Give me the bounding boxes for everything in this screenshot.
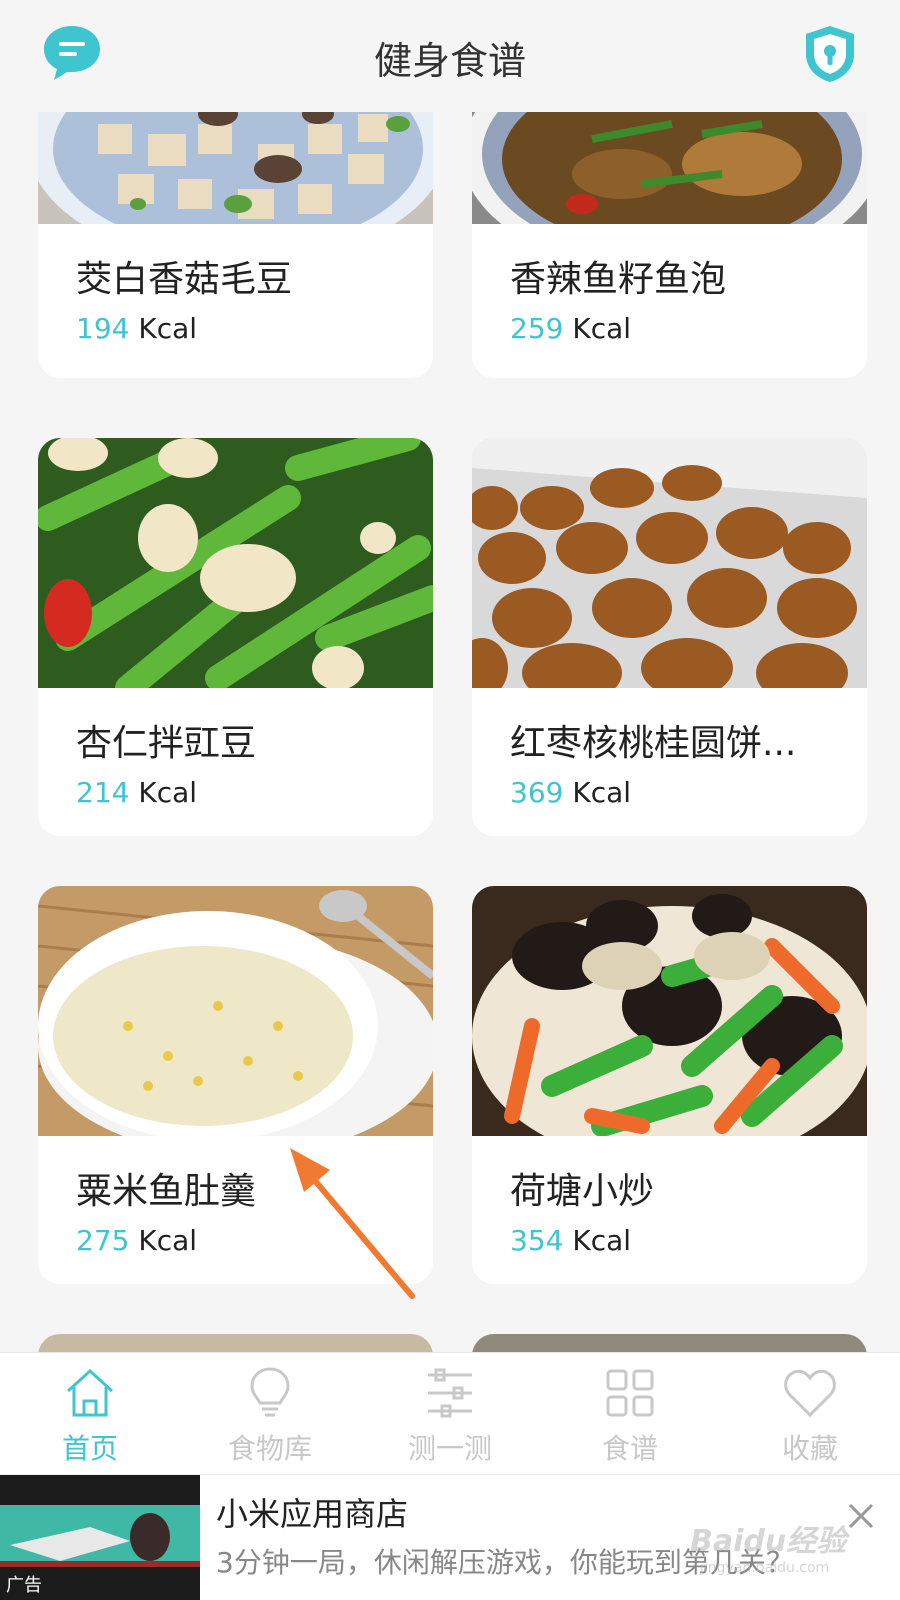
home-icon <box>66 1368 114 1417</box>
tab-recipes[interactable]: 食谱 <box>540 1353 720 1475</box>
lightbulb-icon <box>250 1367 290 1417</box>
calorie-value: 214 <box>76 776 130 809</box>
watermark-url: jingyan.baidu.com <box>700 1560 830 1576</box>
tab-test[interactable]: 测一测 <box>360 1353 540 1475</box>
recipe-name: 香辣鱼籽鱼泡 <box>510 259 727 300</box>
recipe-photo <box>472 886 867 1136</box>
recipe-photo <box>472 438 867 688</box>
calorie-unit: Kcal <box>138 1224 198 1257</box>
calorie-value: 275 <box>76 1224 130 1257</box>
bottom-tab-bar: 首页 食物库 测一测 食谱 收藏 <box>0 1352 900 1474</box>
recipe-calories: 194 Kcal <box>76 312 197 345</box>
ad-title: 小米应用商店 <box>216 1495 409 1533</box>
tab-food-library[interactable]: 食物库 <box>180 1353 360 1475</box>
ad-thumbnail: 广告 <box>0 1475 200 1600</box>
tab-label: 首页 <box>61 1432 118 1465</box>
recipe-photo <box>472 112 867 224</box>
recipe-photo <box>38 886 433 1136</box>
calorie-unit: Kcal <box>138 312 198 345</box>
recipe-card[interactable] <box>38 1334 433 1352</box>
tab-label: 食物库 <box>227 1432 312 1465</box>
calorie-value: 354 <box>510 1224 564 1257</box>
grid-icon <box>606 1369 654 1417</box>
recipe-card[interactable]: 杏仁拌豇豆 214 Kcal <box>38 438 433 836</box>
recipe-name: 茭白香菇毛豆 <box>76 259 293 300</box>
recipe-card[interactable]: 粟米鱼肚羹 275 Kcal <box>38 886 433 1284</box>
calorie-unit: Kcal <box>572 1224 632 1257</box>
calorie-unit: Kcal <box>138 776 198 809</box>
recipe-card[interactable]: 红枣核桃桂圆饼... 369 Kcal <box>472 438 867 836</box>
tab-label: 测一测 <box>407 1432 492 1465</box>
shield-lock-icon[interactable] <box>802 24 858 84</box>
calorie-unit: Kcal <box>572 312 632 345</box>
recipe-name: 荷塘小炒 <box>510 1171 655 1212</box>
recipe-name: 杏仁拌豇豆 <box>76 723 257 764</box>
calorie-unit: Kcal <box>572 776 632 809</box>
recipe-photo <box>38 438 433 688</box>
close-icon[interactable] <box>846 1501 876 1531</box>
recipe-card[interactable] <box>472 1334 867 1352</box>
heart-icon <box>784 1369 836 1418</box>
sliders-icon <box>428 1368 472 1418</box>
calorie-value: 259 <box>510 312 564 345</box>
calorie-value: 369 <box>510 776 564 809</box>
ad-label: 广告 <box>6 1575 42 1596</box>
recipe-calories: 275 Kcal <box>76 1224 197 1257</box>
page-title: 健身食谱 <box>373 39 526 83</box>
app-header: 健身食谱 <box>0 0 900 112</box>
recipe-card[interactable]: 香辣鱼籽鱼泡 259 Kcal <box>472 112 867 378</box>
recipe-photo <box>472 1334 867 1352</box>
calorie-value: 194 <box>76 312 130 345</box>
watermark-logo: Baidu经验 <box>690 1524 847 1559</box>
tab-home[interactable]: 首页 <box>0 1353 180 1475</box>
recipe-card[interactable]: 荷塘小炒 354 Kcal <box>472 886 867 1284</box>
tab-favorites[interactable]: 收藏 <box>720 1353 900 1475</box>
recipe-photo <box>38 112 433 224</box>
recipe-calories: 369 Kcal <box>510 776 631 809</box>
recipe-feed[interactable]: 茭白香菇毛豆 194 Kcal 香辣鱼籽鱼泡 259 Kcal 杏仁拌豇豆 21… <box>0 112 900 1352</box>
tab-label: 收藏 <box>781 1432 838 1465</box>
recipe-photo <box>38 1334 433 1352</box>
recipe-calories: 354 Kcal <box>510 1224 631 1257</box>
recipe-card[interactable]: 茭白香菇毛豆 194 Kcal <box>38 112 433 378</box>
recipe-calories: 259 Kcal <box>510 312 631 345</box>
recipe-name: 粟米鱼肚羹 <box>76 1171 257 1212</box>
recipe-calories: 214 Kcal <box>76 776 197 809</box>
tab-label: 食谱 <box>601 1432 658 1465</box>
recipe-name: 红枣核桃桂圆饼... <box>510 723 797 764</box>
